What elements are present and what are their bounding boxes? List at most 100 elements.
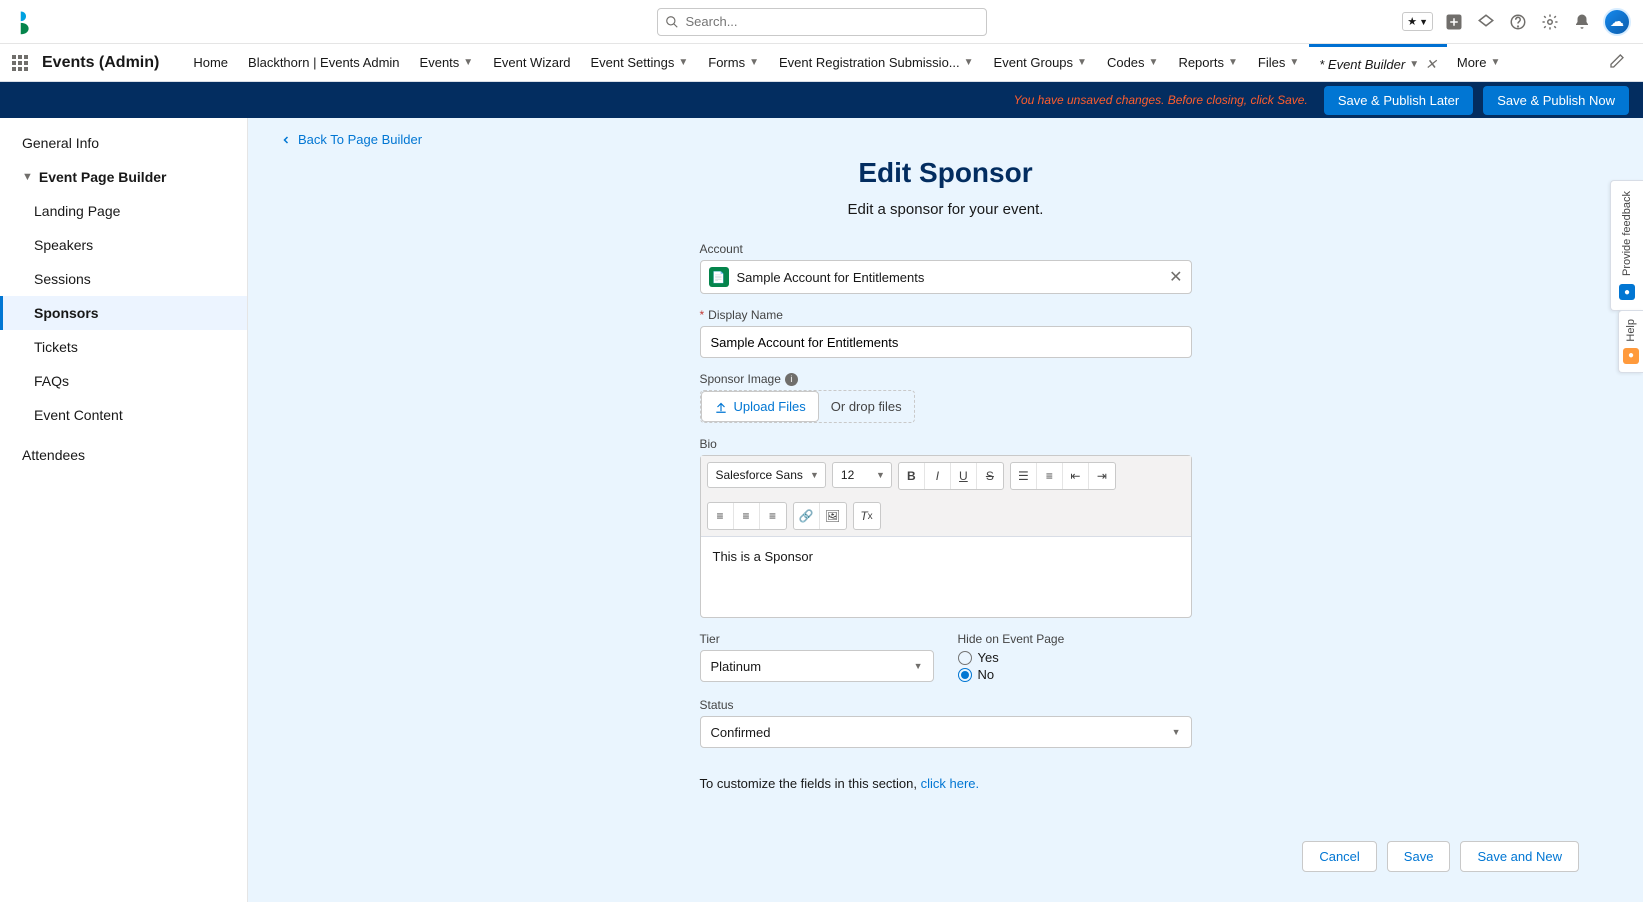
- provide-feedback-tab[interactable]: Provide feedback ●: [1610, 180, 1643, 311]
- nav-bar: Events (Admin) Home Blackthorn | Events …: [0, 44, 1643, 82]
- save-publish-now-button[interactable]: Save & Publish Now: [1483, 86, 1629, 115]
- font-size-select[interactable]: 12: [832, 462, 892, 488]
- tier-select[interactable]: Platinum: [700, 650, 934, 682]
- link-button[interactable]: 🔗: [794, 503, 820, 529]
- account-icon: 📄: [709, 267, 729, 287]
- nav-event-wizard[interactable]: Event Wizard: [483, 44, 580, 81]
- nav-more[interactable]: More▼: [1447, 55, 1511, 70]
- account-value: Sample Account for Entitlements: [737, 270, 925, 285]
- nav-label: Reports: [1178, 55, 1224, 70]
- chevron-down-icon[interactable]: ▼: [463, 57, 473, 68]
- nav-reports[interactable]: Reports ▼: [1168, 44, 1247, 81]
- tier-value: Platinum: [711, 659, 762, 674]
- sidebar-speakers[interactable]: Speakers: [0, 228, 247, 262]
- font-family-select[interactable]: Salesforce Sans: [707, 462, 826, 488]
- sidebar-event-page-builder[interactable]: ▼Event Page Builder: [0, 160, 247, 194]
- edit-nav-icon[interactable]: [1603, 53, 1631, 72]
- label-text: Display Name: [708, 308, 783, 322]
- chevron-down-icon[interactable]: ▼: [749, 57, 759, 68]
- nav-event-builder[interactable]: * Event Builder▼✕: [1309, 44, 1447, 81]
- sidebar-sponsors[interactable]: Sponsors: [0, 296, 247, 330]
- nav-event-reg[interactable]: Event Registration Submissio...▼: [769, 44, 984, 81]
- chevron-down-icon[interactable]: ▼: [964, 57, 974, 68]
- page-title: Edit Sponsor: [272, 157, 1619, 189]
- help-icon[interactable]: [1507, 11, 1529, 33]
- info-icon[interactable]: i: [785, 373, 798, 386]
- sidebar-event-content[interactable]: Event Content: [0, 398, 247, 432]
- nav-home[interactable]: Home: [183, 44, 238, 81]
- upload-dropzone[interactable]: Upload Files Or drop files: [700, 390, 915, 423]
- outdent-button[interactable]: ⇤: [1063, 463, 1089, 489]
- hide-yes-radio[interactable]: Yes: [958, 650, 1192, 665]
- clear-account-icon[interactable]: ✕: [1169, 267, 1182, 287]
- add-icon[interactable]: [1443, 11, 1465, 33]
- help-tab[interactable]: Help ●: [1618, 310, 1643, 373]
- hide-no-radio[interactable]: No: [958, 667, 1192, 682]
- chevron-down-icon[interactable]: ▼: [678, 57, 688, 68]
- sidebar-landing-page[interactable]: Landing Page: [0, 194, 247, 228]
- bio-textarea[interactable]: This is a Sponsor: [701, 537, 1191, 617]
- chevron-down-icon[interactable]: ▼: [1077, 57, 1087, 68]
- status-select[interactable]: Confirmed: [700, 716, 1192, 748]
- display-name-label: *Display Name: [700, 308, 1192, 322]
- save-publish-later-button[interactable]: Save & Publish Later: [1324, 86, 1473, 115]
- underline-button[interactable]: U: [951, 463, 977, 489]
- customize-link[interactable]: click here.: [921, 776, 980, 791]
- nav-event-groups[interactable]: Event Groups▼: [984, 44, 1097, 81]
- nav-files[interactable]: Files▼: [1248, 44, 1309, 81]
- notification-bell-icon[interactable]: [1571, 11, 1593, 33]
- chevron-down-icon[interactable]: ▼: [1409, 59, 1419, 70]
- upload-label: Upload Files: [734, 399, 806, 414]
- setup-gear-icon[interactable]: [1539, 11, 1561, 33]
- clear-format-button[interactable]: Tx: [854, 503, 880, 529]
- back-to-page-builder-link[interactable]: Back To Page Builder: [280, 132, 1619, 147]
- sidebar-general-info[interactable]: General Info: [0, 126, 247, 160]
- hide-label: Hide on Event Page: [958, 632, 1192, 646]
- label-text: Sponsor Image: [700, 372, 781, 386]
- chevron-down-icon[interactable]: ▼: [1149, 57, 1159, 68]
- app-launcher-icon[interactable]: [12, 55, 28, 71]
- nav-label: Event Settings: [591, 55, 675, 70]
- global-search-input[interactable]: [657, 8, 987, 36]
- close-tab-icon[interactable]: ✕: [1425, 56, 1437, 73]
- nav-forms[interactable]: Forms▼: [698, 44, 769, 81]
- sponsor-form: Account 📄 Sample Account for Entitlement…: [700, 242, 1192, 791]
- chevron-down-icon[interactable]: ▼: [1289, 57, 1299, 68]
- align-left-button[interactable]: ≡: [708, 503, 734, 529]
- save-and-new-button[interactable]: Save and New: [1460, 841, 1579, 872]
- save-button[interactable]: Save: [1387, 841, 1451, 872]
- italic-button[interactable]: I: [925, 463, 951, 489]
- nav-events[interactable]: Events▼: [410, 44, 484, 81]
- sidebar-sessions[interactable]: Sessions: [0, 262, 247, 296]
- font-family-value: Salesforce Sans: [716, 468, 803, 482]
- number-list-button[interactable]: ≡: [1037, 463, 1063, 489]
- font-size-value: 12: [841, 468, 854, 482]
- bullet-list-button[interactable]: ☰: [1011, 463, 1037, 489]
- display-name-input[interactable]: [700, 326, 1192, 358]
- nav-blackthorn[interactable]: Blackthorn | Events Admin: [238, 44, 410, 81]
- favorites-button[interactable]: ★▼: [1402, 12, 1433, 31]
- strike-button[interactable]: S: [977, 463, 1003, 489]
- global-search-wrap: [657, 8, 987, 36]
- chevron-left-icon: [280, 134, 292, 146]
- feedback-icon: ●: [1619, 284, 1635, 300]
- indent-button[interactable]: ⇥: [1089, 463, 1115, 489]
- sidebar-faqs[interactable]: FAQs: [0, 364, 247, 398]
- global-header: ★▼ ☁: [0, 0, 1643, 44]
- sidebar-tickets[interactable]: Tickets: [0, 330, 247, 364]
- align-right-button[interactable]: ≡: [760, 503, 786, 529]
- nav-codes[interactable]: Codes▼: [1097, 44, 1168, 81]
- nav-event-settings[interactable]: Event Settings▼: [581, 44, 699, 81]
- user-avatar[interactable]: ☁: [1603, 8, 1631, 36]
- upload-files-button[interactable]: Upload Files: [701, 391, 819, 422]
- sidebar-attendees[interactable]: Attendees: [0, 438, 247, 472]
- chevron-down-icon[interactable]: ▼: [1228, 57, 1238, 68]
- salesforce-icon[interactable]: [1475, 11, 1497, 33]
- bold-button[interactable]: B: [899, 463, 925, 489]
- align-center-button[interactable]: ≡: [734, 503, 760, 529]
- status-label: Status: [700, 698, 1192, 712]
- content-area: Back To Page Builder Edit Sponsor Edit a…: [248, 118, 1643, 902]
- cancel-button[interactable]: Cancel: [1302, 841, 1376, 872]
- image-button[interactable]: 🖼: [820, 503, 846, 529]
- account-lookup[interactable]: 📄 Sample Account for Entitlements ✕: [700, 260, 1192, 294]
